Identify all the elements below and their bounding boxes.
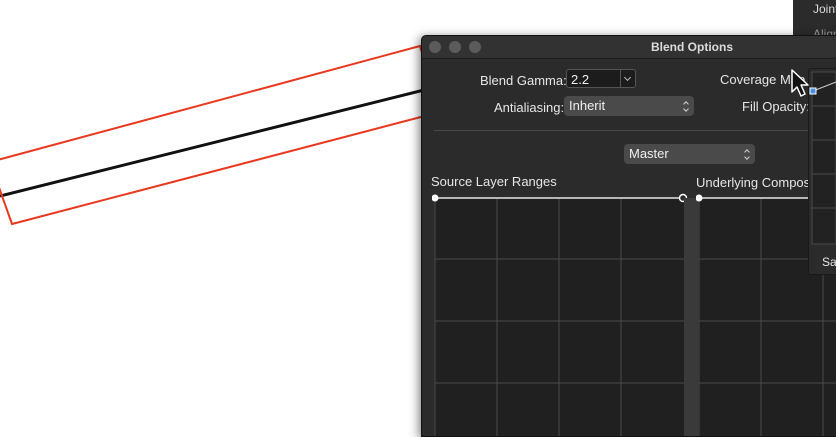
- joint-label: Joint: [813, 2, 836, 16]
- channel-value: Master: [629, 146, 669, 161]
- antialiasing-select[interactable]: Inherit: [564, 96, 694, 116]
- blend-gamma-label: Blend Gamma:: [480, 73, 567, 88]
- dialog-title: Blend Options: [651, 40, 733, 54]
- coverage-map-popover: Sa: [808, 68, 836, 275]
- dialog-titlebar[interactable]: Blend Options: [422, 36, 836, 59]
- selection-bounding-box[interactable]: [0, 44, 442, 226]
- updown-arrows-icon: [683, 99, 689, 113]
- coverage-map-curve-editor[interactable]: [809, 69, 836, 249]
- blend-gamma-value[interactable]: 2.2: [571, 72, 589, 87]
- stroke-panel-background: Joint Align: [793, 0, 836, 40]
- underlying-composition-label: Underlying Compos: [696, 175, 811, 190]
- antialiasing-label: Antialiasing:: [494, 100, 565, 115]
- mouse-pointer-icon: [791, 69, 809, 97]
- source-layer-ranges-label: Source Layer Ranges: [431, 174, 557, 189]
- blend-options-dialog: Blend Options Blend Gamma: 2.2 Antialias…: [421, 35, 836, 437]
- fill-opacity-label: Fill Opacity:: [742, 99, 810, 114]
- updown-arrows-icon: [744, 147, 750, 161]
- source-range-graph[interactable]: [432, 193, 690, 436]
- blend-gamma-field[interactable]: 2.2: [566, 69, 636, 88]
- save-preset-label[interactable]: Sa: [822, 255, 836, 269]
- section-divider: [434, 130, 836, 131]
- chevron-down-icon[interactable]: [620, 70, 635, 87]
- channel-select[interactable]: Master: [624, 144, 755, 164]
- antialiasing-value: Inherit: [569, 98, 606, 113]
